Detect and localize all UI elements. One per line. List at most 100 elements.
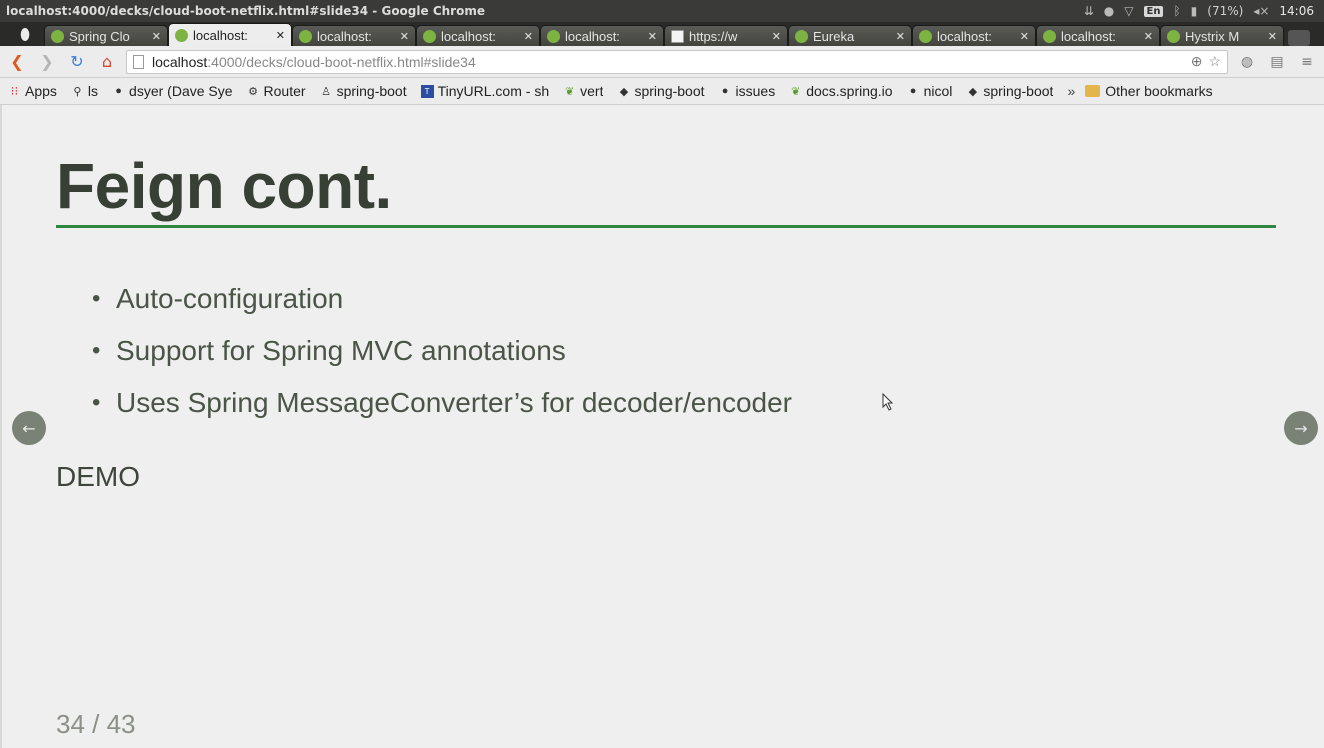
cast-icon[interactable]: ▤: [1266, 51, 1288, 73]
balloon-icon[interactable]: ●: [1104, 4, 1114, 18]
prev-slide-button[interactable]: ←: [12, 411, 46, 445]
close-icon[interactable]: ✕: [648, 30, 657, 43]
keyboard-language-indicator[interactable]: En: [1143, 5, 1164, 17]
tab-active[interactable]: localhost: ✕: [168, 23, 292, 46]
bookmark-item[interactable]: ● issues: [719, 83, 776, 99]
browser-toolbar: ❮ ❯ ↻ ⌂ localhost :4000/decks/cloud-boot…: [0, 46, 1324, 78]
new-tab-button[interactable]: [1288, 30, 1310, 46]
tab-label: localhost:: [565, 28, 620, 44]
bookmark-item[interactable]: ⚙ Router: [247, 83, 306, 99]
close-icon[interactable]: ✕: [400, 30, 409, 43]
close-icon[interactable]: ✕: [896, 30, 905, 43]
diamond-icon: ◆: [619, 85, 629, 98]
battery-icon[interactable]: ▮: [1191, 4, 1198, 18]
tab[interactable]: localhost: ✕: [912, 25, 1036, 46]
spring-leaf-icon: ❦: [791, 85, 801, 98]
title-divider: [56, 225, 1276, 228]
address-bar[interactable]: localhost :4000/decks/cloud-boot-netflix…: [126, 49, 1228, 74]
window-title: localhost:4000/decks/cloud-boot-netflix.…: [6, 4, 485, 18]
battery-level: (71%): [1207, 4, 1244, 18]
forward-arrow-icon[interactable]: ❯: [36, 51, 58, 73]
tab-strip: ⬮ Spring Clo ✕ localhost: ✕ localhost: ✕…: [0, 22, 1324, 46]
chrome-app-icon[interactable]: ⬮: [6, 24, 44, 46]
tab[interactable]: Eureka ✕: [788, 25, 912, 46]
other-bookmarks[interactable]: Other bookmarks: [1085, 83, 1213, 99]
slide-counter: 34 / 43: [56, 709, 136, 739]
apps-grid-icon: ⁝⁝: [10, 84, 19, 98]
router-icon: ⚙: [248, 85, 258, 98]
bookmark-item[interactable]: ◆ spring-boot: [966, 83, 1054, 99]
bookmark-label: ls: [87, 83, 99, 99]
reload-icon[interactable]: ↻: [66, 51, 88, 73]
close-icon[interactable]: ✕: [772, 30, 781, 43]
tab-label: localhost:: [937, 28, 992, 44]
bookmark-label: spring-boot: [336, 83, 407, 99]
bookmark-label: spring-boot: [983, 83, 1054, 99]
bookmark-label: nicol: [923, 83, 953, 99]
wifi-icon[interactable]: ▽: [1124, 4, 1133, 18]
star-icon[interactable]: ☆: [1208, 53, 1221, 70]
search-icon: ⚲: [73, 85, 82, 98]
zoom-icon[interactable]: ⊕: [1191, 53, 1203, 70]
close-icon[interactable]: ✕: [1268, 30, 1277, 43]
menu-icon[interactable]: ≡: [1296, 51, 1318, 73]
back-arrow-icon[interactable]: ❮: [6, 51, 28, 73]
bookmarks-overflow-chevron[interactable]: »: [1067, 83, 1075, 99]
tab[interactable]: localhost: ✕: [292, 25, 416, 46]
bookmark-label: issues: [735, 83, 776, 99]
home-icon[interactable]: ⌂: [96, 51, 118, 73]
github-icon: ●: [115, 85, 122, 97]
tab-label: https://w: [689, 28, 738, 44]
spring-boot-icon: ♙: [321, 85, 331, 98]
bookmark-item[interactable]: ❦ docs.spring.io: [789, 83, 893, 99]
tab[interactable]: localhost: ✕: [416, 25, 540, 46]
demo-label: DEMO: [56, 461, 140, 492]
bookmark-item[interactable]: ♙ spring-boot: [320, 83, 407, 99]
bookmark-label: Router: [263, 83, 306, 99]
bullet-item: Support for Spring MVC annotations: [92, 333, 792, 385]
spring-leaf-icon: [423, 29, 436, 43]
bookmark-apps[interactable]: ⁝⁝ Apps: [8, 83, 57, 99]
bookmark-label: Other bookmarks: [1105, 83, 1213, 99]
bookmark-label: dsyer (Dave Sye: [129, 83, 233, 99]
bookmark-item[interactable]: ● nicol: [907, 83, 953, 99]
bookmark-item[interactable]: ⚲ ls: [71, 83, 98, 99]
close-icon[interactable]: ✕: [1020, 30, 1029, 43]
tab[interactable]: Hystrix M ✕: [1160, 25, 1284, 46]
next-slide-button[interactable]: →: [1284, 411, 1318, 445]
download-icon[interactable]: ⇊: [1084, 4, 1094, 18]
bullet-list: Auto-configuration Support for Spring MV…: [92, 281, 792, 437]
bookmark-item[interactable]: ❦ vert: [563, 83, 603, 99]
system-tray: ⇊ ● ▽ En ᛒ ▮ (71%) ◂× 14:06: [1084, 4, 1324, 18]
tab-label: localhost:: [1061, 28, 1116, 44]
bluetooth-icon[interactable]: ᛒ: [1173, 4, 1180, 18]
volume-icon[interactable]: ◂×: [1253, 4, 1269, 18]
bookmark-item[interactable]: ● dsyer (Dave Sye: [112, 83, 232, 99]
close-icon[interactable]: ✕: [152, 30, 161, 43]
bookmark-item[interactable]: T TinyURL.com - sh: [420, 83, 550, 99]
spring-leaf-icon: [299, 29, 312, 43]
tab[interactable]: localhost: ✕: [540, 25, 664, 46]
spring-leaf-icon: [795, 29, 808, 43]
tab[interactable]: Spring Clo ✕: [44, 25, 168, 46]
close-icon[interactable]: ✕: [1144, 30, 1153, 43]
tinyurl-icon: T: [420, 84, 434, 98]
tab[interactable]: localhost: ✕: [1036, 25, 1160, 46]
tab[interactable]: https://w ✕: [664, 25, 788, 46]
bookmarks-bar: ⁝⁝ Apps ⚲ ls ● dsyer (Dave Sye ⚙ Router …: [0, 78, 1324, 105]
tab-label: localhost:: [193, 27, 248, 43]
spring-leaf-icon: [175, 28, 188, 42]
bookmark-label: spring-boot: [634, 83, 705, 99]
clock[interactable]: 14:06: [1279, 4, 1314, 18]
spring-leaf-icon: [51, 29, 64, 43]
bookmark-label: docs.spring.io: [806, 83, 893, 99]
extension-icon[interactable]: ◍: [1236, 51, 1258, 73]
spring-leaf-icon: ❦: [565, 85, 575, 98]
omnibox-actions: ⊕ ☆: [1191, 53, 1221, 70]
bullet-item: Uses Spring MessageConverter’s for decod…: [92, 385, 792, 437]
close-icon[interactable]: ✕: [524, 30, 533, 43]
bookmark-item[interactable]: ◆ spring-boot: [617, 83, 705, 99]
bookmark-label: TinyURL.com - sh: [437, 83, 550, 99]
close-icon[interactable]: ✕: [276, 29, 285, 42]
url-path: :4000/decks/cloud-boot-netflix.html#slid…: [207, 53, 476, 70]
